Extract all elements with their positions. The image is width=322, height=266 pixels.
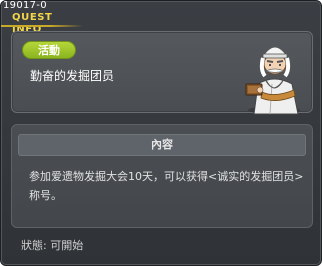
quest-description: 参加爱遗物发掘大会10天，可以获得<诚实的发掘团员>称号。 <box>29 170 304 202</box>
quest-summary-panel: 活動 勤奋的发掘团员 <box>11 31 313 116</box>
quest-type-badge: 活動 <box>22 41 76 59</box>
status-label: 狀態: <box>21 239 47 252</box>
npc-portrait <box>234 40 310 116</box>
quest-id: 19017-0 <box>3 0 47 11</box>
quest-name: 勤奋的发掘团员 <box>30 69 115 83</box>
title-underline <box>1 25 83 27</box>
content-header: 內容 <box>18 134 306 156</box>
quest-info-window: 19017-0 QUEST INFO 活動 勤奋的发掘团员 內容 参加爱遗物发掘… <box>0 0 322 266</box>
quest-status: 狀態: 可開始 <box>21 239 83 253</box>
status-value: 可開始 <box>50 239 84 252</box>
quest-content-panel: 內容 参加爱遗物发掘大会10天，可以获得<诚实的发掘团员>称号。 <box>11 124 313 228</box>
